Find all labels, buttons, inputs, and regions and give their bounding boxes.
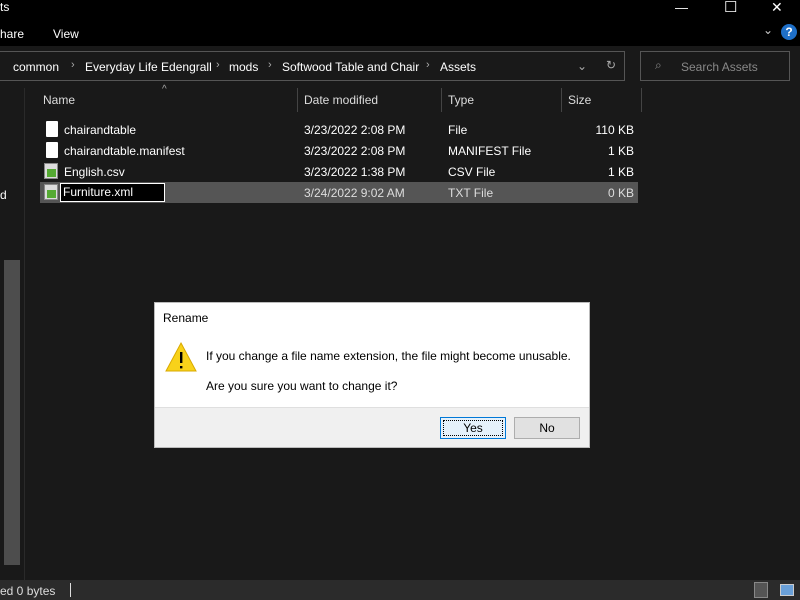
refresh-icon[interactable]: ↻ <box>606 58 616 72</box>
status-text: ed 0 bytes <box>0 584 56 598</box>
file-type: TXT File <box>448 186 494 200</box>
sort-up-icon: ^ <box>162 84 167 95</box>
file-date: 3/24/2022 9:02 AM <box>304 186 405 200</box>
crumb-common[interactable]: common <box>13 60 59 74</box>
file-size: 0 KB <box>607 186 634 200</box>
column-date[interactable]: Date modified <box>304 93 378 107</box>
text-file-icon <box>44 184 58 200</box>
nav-scrollbar-thumb[interactable] <box>4 260 20 565</box>
address-bar[interactable]: common › Everyday Life Edengrall › mods … <box>0 51 625 81</box>
dialog-question: Are you sure you want to change it? <box>206 379 398 393</box>
tab-share[interactable]: hare <box>0 27 24 41</box>
file-type: File <box>448 123 468 137</box>
file-date: 3/23/2022 2:08 PM <box>304 144 406 158</box>
dialog-message: If you change a file name extension, the… <box>206 349 571 363</box>
rename-input[interactable]: Furniture.xml <box>60 183 165 202</box>
history-dropdown-icon[interactable]: ⌄ <box>577 59 587 73</box>
chevron-right-icon: › <box>71 59 75 71</box>
column-divider <box>441 88 442 112</box>
chevron-right-icon: › <box>268 59 272 71</box>
maximize-button[interactable]: ☐ <box>724 0 737 16</box>
file-size: 1 KB <box>607 165 634 179</box>
file-type: MANIFEST File <box>448 144 532 158</box>
file-name: English.csv <box>64 165 125 179</box>
crumb-assets[interactable]: Assets <box>440 60 476 74</box>
title-bar: ts — ☐ ✕ <box>0 0 800 20</box>
close-button[interactable]: ✕ <box>771 0 783 16</box>
warning-icon <box>165 341 197 372</box>
ribbon-expand-icon[interactable]: ⌄ <box>763 23 773 37</box>
no-button[interactable]: No <box>514 417 580 439</box>
dialog-title: Rename <box>163 311 209 325</box>
yes-button[interactable]: Yes <box>440 417 506 439</box>
crumb-softwood[interactable]: Softwood Table and Chair <box>282 60 419 74</box>
window-title: ts <box>0 0 10 14</box>
nav-item[interactable]: d <box>0 188 7 202</box>
search-icon: ⌕ <box>655 58 662 72</box>
chevron-right-icon: › <box>216 59 220 71</box>
large-icons-view-icon[interactable] <box>780 584 794 596</box>
search-box[interactable]: ⌕ Search Assets <box>640 51 790 81</box>
details-view-icon[interactable] <box>754 582 768 598</box>
file-name: chairandtable.manifest <box>64 144 185 158</box>
column-size[interactable]: Size <box>568 93 591 107</box>
column-type[interactable]: Type <box>448 93 474 107</box>
help-icon[interactable]: ? <box>781 24 797 40</box>
minimize-button[interactable]: — <box>675 0 688 15</box>
file-row[interactable]: English.csv 3/23/2022 1:38 PM CSV File 1… <box>40 161 638 182</box>
file-date: 3/23/2022 1:38 PM <box>304 165 406 179</box>
file-row[interactable]: chairandtable.manifest 3/23/2022 2:08 PM… <box>40 140 638 161</box>
chevron-right-icon: › <box>426 59 430 71</box>
file-name: chairandtable <box>64 123 137 137</box>
status-bar: ed 0 bytes <box>0 580 800 600</box>
crumb-mods[interactable]: mods <box>229 60 258 74</box>
text-file-icon <box>44 163 58 179</box>
file-size: 110 KB <box>595 123 634 137</box>
search-placeholder: Search Assets <box>681 60 758 74</box>
file-row[interactable]: chairandtable 3/23/2022 2:08 PM File 110… <box>40 119 638 140</box>
file-icon <box>46 121 58 137</box>
crumb-everyday-life[interactable]: Everyday Life Edengrall <box>85 60 212 74</box>
file-size: 1 KB <box>607 144 634 158</box>
column-divider <box>561 88 562 112</box>
status-divider <box>70 583 71 597</box>
tab-view[interactable]: View <box>53 27 79 41</box>
column-name[interactable]: Name <box>43 93 75 107</box>
file-type: CSV File <box>448 165 496 179</box>
column-divider <box>641 88 642 112</box>
ribbon: hare View ⌄ ? <box>0 20 800 46</box>
file-icon <box>46 142 58 158</box>
column-divider <box>297 88 298 112</box>
file-date: 3/23/2022 2:08 PM <box>304 123 406 137</box>
rename-dialog: Rename If you change a file name extensi… <box>154 302 590 448</box>
